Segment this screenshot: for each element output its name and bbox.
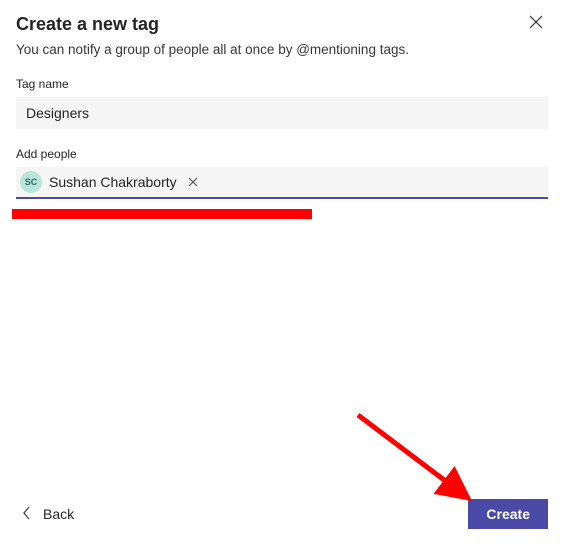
annotation-arrow-icon [352, 409, 482, 509]
dialog-header: Create a new tag [16, 14, 548, 35]
back-button-label: Back [43, 506, 74, 522]
close-icon[interactable] [526, 12, 546, 32]
person-chip-name: Sushan Chakraborty [49, 174, 177, 190]
chevron-left-icon [22, 506, 31, 523]
person-chip: SC Sushan Chakraborty [20, 170, 200, 194]
remove-chip-icon[interactable] [186, 175, 200, 189]
tag-name-input[interactable] [16, 97, 548, 129]
dialog-title: Create a new tag [16, 14, 159, 35]
tag-name-label: Tag name [16, 77, 548, 91]
people-search-input[interactable] [206, 170, 544, 194]
create-tag-dialog: Create a new tag You can notify a group … [16, 14, 548, 535]
create-button[interactable]: Create [468, 499, 548, 529]
dialog-footer: Back Create [16, 499, 548, 529]
avatar: SC [20, 171, 42, 193]
add-people-label: Add people [16, 147, 548, 161]
dialog-subtitle: You can notify a group of people all at … [16, 42, 548, 57]
annotation-redline [12, 209, 312, 219]
add-people-input[interactable]: SC Sushan Chakraborty [16, 167, 548, 199]
back-button[interactable]: Back [16, 502, 80, 527]
